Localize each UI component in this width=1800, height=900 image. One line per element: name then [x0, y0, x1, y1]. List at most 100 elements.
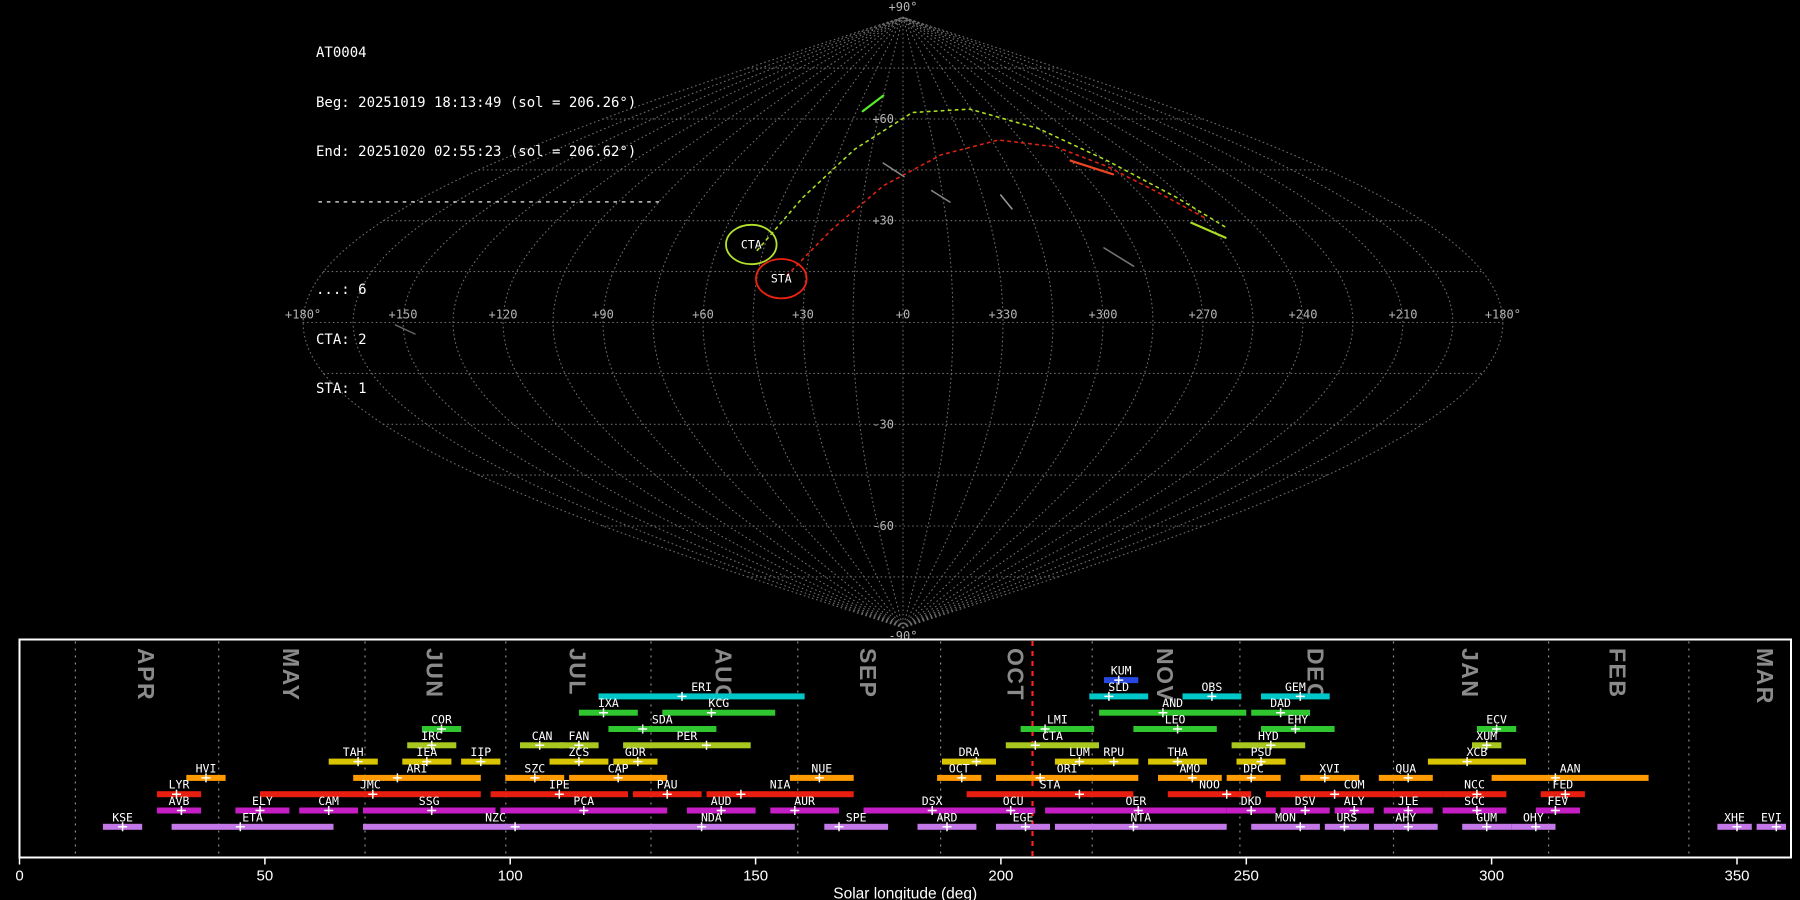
shower-label-dpc: DPC — [1243, 761, 1264, 775]
shower-bar-ixa — [578, 709, 638, 716]
shower-label-ahy: AHY — [1395, 810, 1416, 824]
shower-label-xvi: XVI — [1319, 761, 1340, 775]
shower-label-pca: PCA — [573, 794, 594, 808]
shower-bar-ori — [996, 774, 1139, 781]
shower-label-lyr: LYR — [169, 778, 190, 792]
ra-grid-label: +300 — [1089, 308, 1118, 322]
shower-label-irc: IRC — [421, 729, 442, 743]
x-tick-label: 200 — [988, 868, 1013, 885]
x-tick-label: 0 — [15, 868, 23, 885]
shower-bar-evi — [1756, 823, 1786, 830]
count-sporadic: ...: 6 — [316, 282, 367, 298]
dec-grid-label: -90° — [889, 629, 918, 643]
shower-label-cam: CAM — [318, 794, 339, 808]
shower-label-spe: SPE — [846, 810, 867, 824]
shower-label-per: PER — [677, 729, 698, 743]
shower-label-fev: FEV — [1548, 794, 1569, 808]
shower-label-lum: LUM — [1069, 745, 1090, 759]
shower-label-tha: THA — [1167, 745, 1188, 759]
shower-label-avb: AVB — [169, 794, 190, 808]
shower-label-fed: FED — [1552, 778, 1573, 792]
shower-label-aur: AUR — [794, 794, 815, 808]
shower-label-xhe: XHE — [1724, 810, 1745, 824]
radiant-label-cta: CTA — [741, 238, 762, 252]
shower-label-ecv: ECV — [1486, 713, 1507, 727]
shower-label-ori: ORI — [1057, 761, 1078, 775]
shower-label-cap: CAP — [608, 761, 629, 775]
shower-label-gem: GEM — [1285, 680, 1306, 694]
shower-peak-marker — [1074, 789, 1084, 799]
month-label-oct: OCT — [1002, 648, 1028, 701]
shower-label-hyd: HYD — [1258, 729, 1279, 743]
shower-bar-eri — [598, 693, 805, 700]
meteor-trail — [999, 194, 1013, 210]
x-axis-title: Solar longitude (deg) — [833, 886, 977, 900]
shower-label-nzc: NZC — [485, 810, 506, 824]
shower-label-nda: NDA — [701, 810, 722, 824]
month-label-jan: JAN — [1457, 648, 1483, 699]
radiant-map-scene: +180° +150 +120 +90 +60 +30 +0 +330 +300 +270 +240… — [15, 0, 1792, 900]
month-label-may: MAY — [278, 648, 304, 702]
shower-bar-nta — [1054, 823, 1227, 830]
shower-label-jmc: JMC — [360, 778, 381, 792]
shower-label-dra: DRA — [959, 745, 980, 759]
shower-label-nue: NUE — [811, 761, 832, 775]
shower-label-evi: EVI — [1761, 810, 1782, 824]
shower-bar-sta — [966, 791, 1134, 798]
count-cta: CTA: 2 — [316, 331, 367, 348]
shower-peak-marker — [1330, 789, 1340, 799]
ra-grid-label: +0 — [896, 308, 910, 322]
shower-peak-marker — [1222, 789, 1232, 799]
shower-label-kcg: KCG — [708, 696, 729, 710]
month-label-jul: JUL — [564, 648, 590, 696]
x-tick-label: 300 — [1479, 868, 1504, 885]
activity-timeline-chart: APR MAY JUN JUL AUG SEP OCT NOV DEC JAN FEB MARKUME… — [15, 638, 1792, 900]
shower-label-aud: AUD — [711, 794, 732, 808]
shower-label-rpu: RPU — [1103, 745, 1124, 759]
shower-peak-marker — [736, 789, 746, 799]
shower-label-xcb: XCB — [1467, 745, 1488, 759]
dec-grid-label: +30 — [872, 214, 894, 228]
shower-label-ocu: OCU — [1003, 794, 1024, 808]
shower-label-dad: DAD — [1270, 696, 1291, 710]
shower-label-pau: PAU — [657, 778, 678, 792]
shower-label-dsx: DSX — [922, 794, 943, 808]
divider: ----------------------------------------… — [316, 193, 662, 210]
shower-label-jle: JLE — [1398, 794, 1419, 808]
shower-label-obs: OBS — [1202, 680, 1223, 694]
shower-peak-marker — [834, 822, 844, 832]
shower-label-mon: MON — [1275, 810, 1296, 824]
dec-grid-label: +60 — [872, 112, 894, 126]
shower-label-zcs: ZCS — [569, 745, 590, 759]
shower-label-gdr: GDR — [625, 745, 646, 759]
shower-label-aan: AAN — [1560, 761, 1581, 775]
ra-grid-label: +180° — [1485, 308, 1521, 322]
shower-bar-tah — [328, 758, 378, 765]
shower-bar-nzc — [363, 823, 628, 830]
shower-label-sld: SLD — [1108, 680, 1129, 694]
shower-label-ncc: NCC — [1464, 778, 1485, 792]
dec-grid-label: +90° — [889, 0, 918, 14]
meteor-trail — [1069, 159, 1115, 176]
shower-peak-marker — [677, 691, 687, 701]
shower-label-psu: PSU — [1251, 745, 1272, 759]
shower-bar-aur — [770, 807, 839, 814]
observation-info-panel: AT0004 Beg: 20251019 18:13:49 (sol = 206… — [316, 12, 662, 447]
meteor-trail — [930, 189, 951, 203]
shower-label-eta: ETA — [242, 810, 263, 824]
ra-grid-label: +270 — [1189, 308, 1218, 322]
shower-label-ely: ELY — [252, 794, 273, 808]
shower-bar-sld — [1089, 693, 1149, 700]
x-tick-label: 150 — [743, 868, 768, 885]
ra-grid-label: +330 — [989, 308, 1018, 322]
month-label-mar: MAR — [1752, 648, 1778, 705]
shower-label-aly: ALY — [1344, 794, 1365, 808]
shower-label-ege: EGE — [1013, 810, 1034, 824]
shower-label-ohy: OHY — [1523, 810, 1544, 824]
shower-label-oer: OER — [1126, 794, 1147, 808]
shower-label-ipe: IPE — [549, 778, 570, 792]
shower-label-dsv: DSV — [1295, 794, 1316, 808]
x-tick-label: 50 — [257, 868, 274, 885]
meteor-counts: ...: 6 CTA: 2 STA: 1 — [316, 249, 662, 431]
ra-grid-label: +240 — [1289, 308, 1318, 322]
